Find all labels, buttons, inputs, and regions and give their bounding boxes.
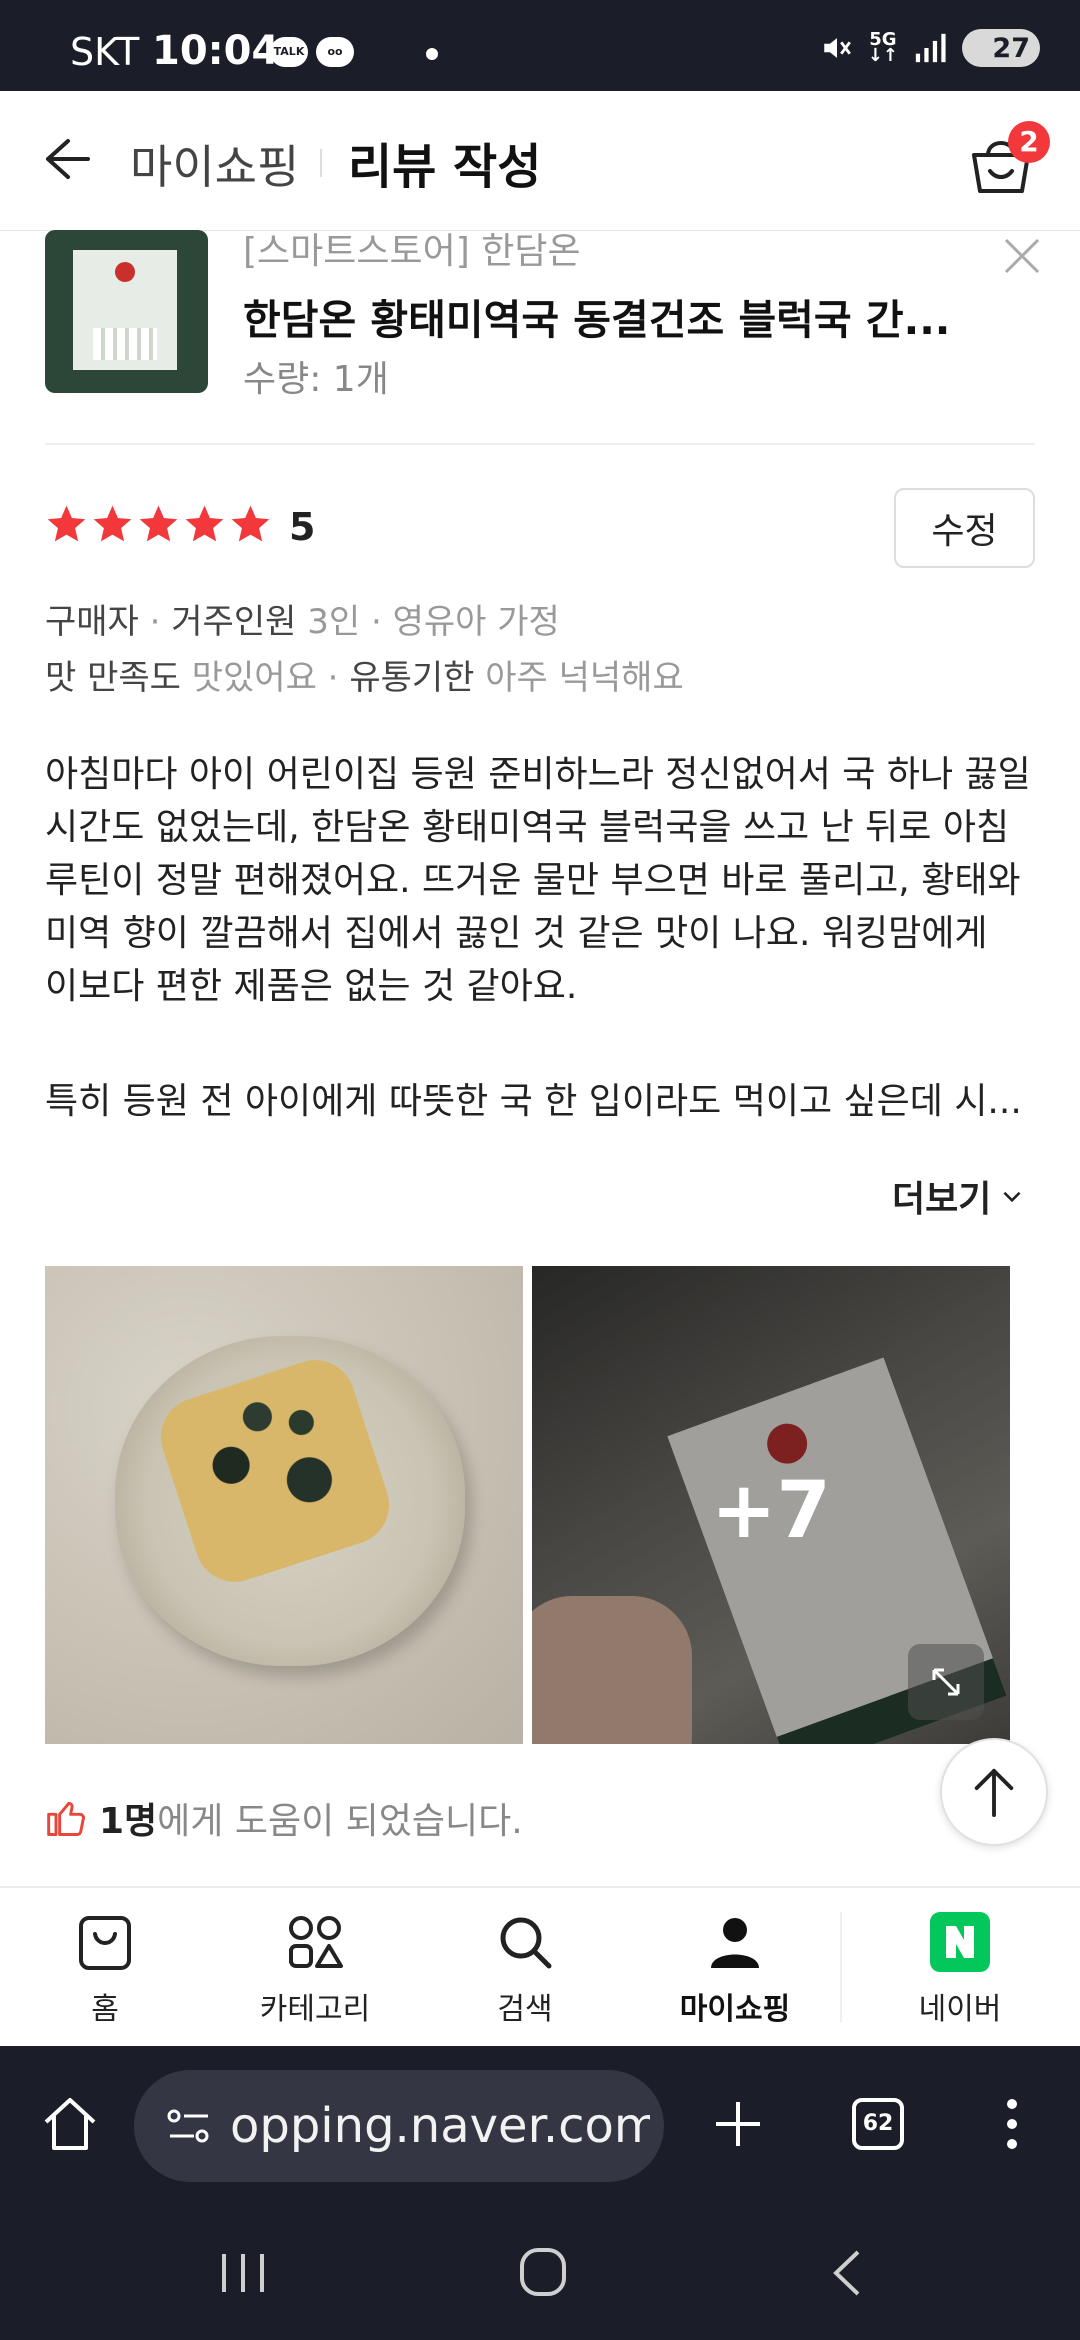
kakaotalk-icon: TALK xyxy=(270,37,308,67)
bottom-tab-bar: 홈 카테고리 검색 마이쇼핑 네이버 xyxy=(0,1886,1080,2044)
product-name[interactable]: 한담온 황태미역국 동결건조 블럭국 간... xyxy=(243,286,963,346)
taste-label: 맛 만족도 xyxy=(45,658,181,698)
helpful-indicator: 1명에게 도움이 되었습니다. xyxy=(45,1792,523,1844)
review-attributes: 맛 만족도 맛있어요 · 유통기한 아주 넉넉해요 xyxy=(45,658,684,698)
tab-naver[interactable]: 네이버 xyxy=(870,1888,1050,2046)
star-icon xyxy=(139,505,178,542)
close-icon[interactable] xyxy=(1000,234,1044,278)
product-quantity: 수량: 1개 xyxy=(243,359,389,400)
tab-label: 검색 xyxy=(497,1992,553,2027)
voicemail-icon: oo xyxy=(316,37,354,67)
person-icon xyxy=(711,1918,759,1968)
helpful-text: 에게 도움이 되었습니다. xyxy=(157,1801,523,1842)
site-settings-icon[interactable] xyxy=(166,2106,212,2146)
family-type: 영유아 가정 xyxy=(392,602,560,642)
tab-divider xyxy=(840,1912,842,2022)
taste-value: 맛있어요 xyxy=(191,658,317,698)
carrier-label: SKT xyxy=(70,30,140,74)
household-label: 거주인원 xyxy=(171,602,297,642)
expiry-value: 아주 넉넉해요 xyxy=(485,658,684,698)
signal-icon xyxy=(915,33,946,63)
tab-myshopping[interactable]: 마이쇼핑 xyxy=(645,1888,825,2046)
category-icon xyxy=(289,1916,343,1968)
app-header: 마이쇼핑 리뷰 작성 2 xyxy=(0,91,1080,231)
cart-count-badge: 2 xyxy=(1008,121,1050,163)
tab-count-button[interactable]: 62 xyxy=(852,2098,904,2150)
search-icon xyxy=(500,1917,552,1969)
tab-label: 네이버 xyxy=(918,1992,1002,2027)
network-type: 5G ↓↑ xyxy=(867,29,898,66)
system-nav-bar xyxy=(0,2206,1080,2340)
chevron-down-icon xyxy=(1003,1191,1021,1203)
expand-icon[interactable] xyxy=(908,1644,984,1720)
home-nav-icon[interactable] xyxy=(518,2246,568,2298)
star-rating xyxy=(45,502,272,545)
more-menu-icon[interactable] xyxy=(1000,2096,1024,2152)
back-nav-icon[interactable] xyxy=(826,2248,866,2298)
address-bar[interactable]: opping.naver.com xyxy=(134,2070,664,2182)
review-paragraph: 아침마다 아이 어린이집 등원 준비하느라 정신없어서 국 하나 끓일 시간도 … xyxy=(45,754,1043,1007)
edit-button[interactable]: 수정 xyxy=(894,488,1035,568)
status-bar: SKT 10:04 TALK oo 5G ↓↑ 27 xyxy=(0,0,1080,91)
tab-label: 마이쇼핑 xyxy=(679,1992,791,2027)
review-text-truncated: 특히 등원 전 아이에게 따뜻한 국 한 입이라도 먹이고 싶은데 시... xyxy=(45,1081,1022,1122)
mute-icon xyxy=(824,38,851,58)
back-arrow-icon[interactable] xyxy=(38,131,94,187)
new-tab-icon[interactable] xyxy=(710,2096,766,2152)
tab-home[interactable]: 홈 xyxy=(15,1888,195,2046)
product-thumbnail[interactable] xyxy=(45,230,208,393)
tab-label: 카테고리 xyxy=(259,1992,371,2027)
clock: 10:04 xyxy=(152,28,280,74)
star-icon xyxy=(231,505,270,542)
review-text: 아침마다 아이 어린이집 등원 준비하느라 정신없어서 국 하나 끓일 시간도 … xyxy=(45,748,1040,1013)
product-package-image xyxy=(73,250,177,370)
star-icon xyxy=(47,505,86,542)
page-title: 리뷰 작성 xyxy=(348,139,542,195)
status-icons: 5G ↓↑ 27 xyxy=(820,28,1040,68)
thumbs-up-icon[interactable] xyxy=(45,1796,89,1840)
more-photos-count: +7 xyxy=(711,1466,831,1556)
home-icon[interactable] xyxy=(40,2094,100,2154)
review-photo-more[interactable]: +7 xyxy=(532,1266,1010,1744)
recent-apps-icon[interactable] xyxy=(218,2250,268,2296)
battery-indicator: 27 xyxy=(962,29,1040,67)
expiry-label: 유통기한 xyxy=(349,658,475,698)
bag-icon xyxy=(79,1916,131,1970)
buyer-label: 구매자 xyxy=(45,602,139,642)
more-label: 더보기 xyxy=(892,1179,992,1220)
star-icon xyxy=(93,505,132,542)
naver-icon xyxy=(930,1912,990,1972)
review-photo[interactable] xyxy=(45,1266,523,1744)
tab-label: 홈 xyxy=(91,1992,119,2027)
store-name: [스마트스토어] 한담온 xyxy=(243,231,581,272)
star-icon xyxy=(185,505,224,542)
divider xyxy=(45,443,1035,445)
tab-category[interactable]: 카테고리 xyxy=(225,1888,405,2046)
breadcrumb[interactable]: 마이쇼핑 xyxy=(130,131,299,197)
household-value: 3인 xyxy=(307,602,361,642)
tab-search[interactable]: 검색 xyxy=(435,1888,615,2046)
notification-dot-icon xyxy=(426,48,438,60)
rating-value: 5 xyxy=(289,505,316,549)
url-text: opping.naver.com xyxy=(230,2098,650,2154)
breadcrumb-divider xyxy=(320,149,322,177)
more-button[interactable]: 더보기 xyxy=(892,1170,1025,1222)
helpful-count: 1명 xyxy=(99,1801,158,1842)
reviewer-info: 구매자 · 거주인원 3인 · 영유아 가정 xyxy=(45,602,560,642)
scroll-to-top-button[interactable] xyxy=(940,1738,1048,1846)
browser-toolbar: opping.naver.com 62 xyxy=(0,2046,1080,2206)
